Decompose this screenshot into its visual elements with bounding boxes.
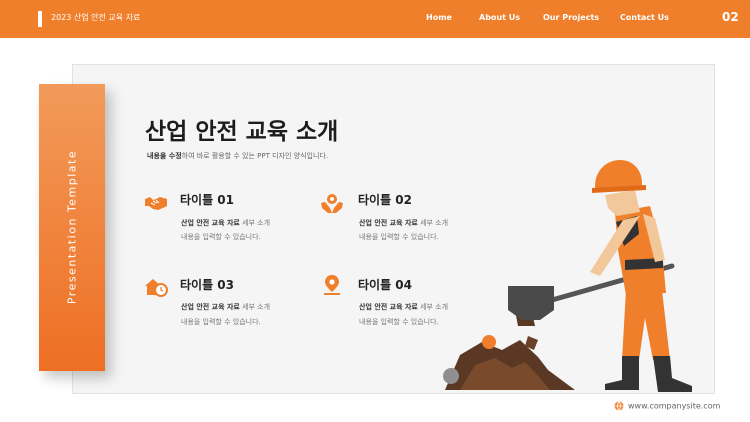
item-title-01: 타이틀 01 (180, 193, 234, 207)
page-title: 산업 안전 교육 소개 (145, 119, 339, 145)
hands-gear-icon (321, 194, 343, 213)
item-desc-01: 산업 안전 교육 자료 세부 소개 (181, 218, 270, 228)
nav-home[interactable]: Home (426, 13, 452, 22)
item-desc2-04: 내용을 입력할 수 있습니다. (359, 318, 439, 326)
item-desc2-02: 내용을 입력할 수 있습니다. (359, 233, 439, 241)
sidebar-vertical-text: Presentation Template (65, 149, 79, 305)
footer-url[interactable]: www.companysite.com (628, 402, 720, 411)
item-desc-04: 산업 안전 교육 자료 세부 소개 (359, 302, 448, 312)
worker-head (605, 190, 640, 216)
shovel-blade (508, 286, 554, 320)
item-desc-02: 산업 안전 교육 자료 세부 소개 (359, 218, 448, 228)
item-desc2-03: 내용을 입력할 수 있습니다. (181, 318, 261, 326)
orange-stone (482, 335, 496, 349)
item-title-04: 타이틀 04 (358, 278, 412, 292)
header-title: 2023 산업 안전 교육 자료 (51, 13, 141, 22)
sidebar-banner: Presentation Template (39, 84, 105, 371)
item-desc-bold-03: 산업 안전 교육 자료 (181, 303, 240, 311)
page-description-rest: 하여 바로 활용할 수 있는 PPT 디자인 양식입니다. (181, 152, 329, 160)
nav-our-projects[interactable]: Our Projects (543, 13, 599, 22)
page-description-bold: 내용을 수정 (147, 152, 182, 160)
item-title-03: 타이틀 03 (180, 278, 234, 292)
top-bar: 2023 산업 안전 교육 자료 Home About Us Our Proje… (0, 0, 750, 38)
home-clock-icon (145, 279, 168, 297)
footer-website: www.companysite.com (614, 401, 720, 411)
item-desc-rest-01: 세부 소개 (239, 219, 271, 227)
worker-left-boot (605, 356, 639, 390)
location-pin-icon (324, 275, 340, 295)
item-desc-bold-04: 산업 안전 교육 자료 (359, 303, 418, 311)
nav-contact-us[interactable]: Contact Us (620, 13, 669, 22)
worker-shoveling-illustration (443, 160, 692, 392)
item-title-02: 타이틀 02 (358, 193, 412, 207)
item-desc-bold-01: 산업 안전 교육 자료 (181, 219, 240, 227)
worker-legs (622, 290, 670, 360)
worker-right-boot (653, 356, 692, 392)
item-desc-03: 산업 안전 교육 자료 세부 소개 (181, 302, 270, 312)
page-description: 내용을 수정하여 바로 활용할 수 있는 PPT 디자인 양식입니다. (147, 151, 328, 161)
nav-about-us[interactable]: About Us (479, 13, 520, 22)
title-accent-bar (38, 11, 42, 27)
grey-stone (443, 368, 459, 384)
handshake-icon (145, 197, 167, 210)
page-number: 02 (722, 10, 739, 24)
item-desc-bold-02: 산업 안전 교육 자료 (359, 219, 418, 227)
item-desc-rest-03: 세부 소개 (239, 303, 271, 311)
globe-icon (614, 401, 624, 411)
item-desc2-01: 내용을 입력할 수 있습니다. (181, 233, 261, 241)
